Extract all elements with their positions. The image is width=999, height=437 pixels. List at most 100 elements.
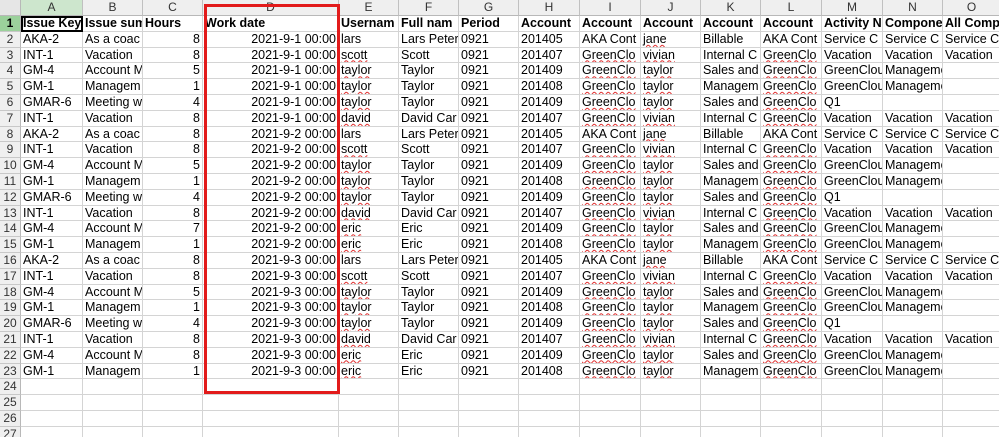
table-cell[interactable]: Management — [883, 237, 943, 253]
table-cell[interactable]: Internal C — [701, 110, 761, 127]
table-cell[interactable]: Lars Peter — [399, 252, 459, 269]
table-cell[interactable] — [339, 379, 399, 396]
table-cell[interactable] — [943, 158, 999, 174]
table-cell[interactable]: GreenClo — [580, 94, 641, 111]
table-cell[interactable]: Scott — [399, 47, 459, 64]
row-header[interactable]: 24 — [0, 379, 21, 396]
column-header-h[interactable]: H — [519, 0, 580, 16]
column-header-j[interactable]: J — [641, 0, 701, 16]
table-cell[interactable]: 201408 — [519, 300, 580, 317]
table-cell[interactable]: David Car — [399, 331, 459, 348]
table-cell[interactable]: Vacation — [883, 331, 943, 348]
table-cell[interactable]: GreenClo — [761, 94, 822, 111]
table-cell[interactable]: Vacation — [83, 268, 143, 285]
table-cell[interactable]: Account M — [83, 63, 143, 80]
table-cell[interactable] — [943, 379, 999, 396]
table-cell[interactable]: GM-1 — [21, 363, 83, 380]
table-cell[interactable]: eric — [339, 363, 399, 380]
column-header-c[interactable]: C — [143, 0, 203, 16]
table-cell[interactable] — [943, 411, 999, 427]
table-cell[interactable]: GreenClo — [761, 300, 822, 317]
table-cell[interactable] — [943, 63, 999, 80]
table-cell[interactable]: 0921 — [459, 316, 519, 332]
table-cell[interactable]: 0921 — [459, 205, 519, 222]
table-cell[interactable]: 2021-9-3 00:00 — [203, 363, 339, 380]
table-cell[interactable]: GreenClo — [761, 284, 822, 301]
table-cell[interactable]: 5 — [143, 158, 203, 174]
column-header-g[interactable]: G — [459, 0, 519, 16]
header-cell[interactable]: Compone — [883, 16, 943, 32]
table-cell[interactable]: 2021-9-3 00:00 — [203, 316, 339, 332]
table-cell[interactable] — [580, 410, 641, 427]
header-cell[interactable]: Usernam — [339, 16, 399, 32]
table-cell[interactable]: 201407 — [519, 47, 580, 64]
table-cell[interactable]: taylor — [641, 221, 701, 238]
table-cell[interactable]: GreenClo — [761, 158, 822, 174]
table-cell[interactable]: Service C — [943, 32, 999, 48]
table-cell[interactable]: 2021-9-1 00:00 — [203, 110, 339, 127]
table-cell[interactable] — [883, 395, 943, 411]
select-all-corner[interactable] — [0, 0, 21, 16]
table-cell[interactable]: 4 — [143, 316, 203, 332]
table-cell[interactable] — [822, 379, 883, 396]
table-cell[interactable]: lars — [339, 126, 399, 143]
table-cell[interactable]: 0921 — [459, 94, 519, 111]
table-cell[interactable]: 1 — [143, 173, 203, 190]
table-cell[interactable]: GreenClo — [580, 158, 641, 174]
table-cell[interactable]: 2021-9-3 00:00 — [203, 331, 339, 348]
table-cell[interactable]: Billable — [701, 31, 761, 48]
table-cell[interactable] — [641, 410, 701, 427]
table-cell[interactable]: GreenCloud — [822, 347, 883, 364]
table-cell[interactable] — [519, 426, 580, 437]
table-cell[interactable]: GMAR-6 — [21, 189, 83, 206]
table-cell[interactable]: Meeting w — [83, 316, 143, 332]
table-cell[interactable]: Managem — [83, 79, 143, 95]
table-cell[interactable]: scott — [339, 268, 399, 285]
row-header[interactable]: 27 — [0, 426, 21, 437]
table-cell[interactable]: AKA Cont — [761, 126, 822, 143]
row-header[interactable]: 3 — [0, 47, 21, 64]
table-cell[interactable]: taylor — [339, 158, 399, 174]
table-cell[interactable]: GreenClo — [761, 205, 822, 222]
table-cell[interactable]: 0921 — [459, 363, 519, 380]
table-cell[interactable]: AKA Cont — [761, 252, 822, 269]
table-cell[interactable]: 2021-9-3 00:00 — [203, 347, 339, 364]
table-cell[interactable] — [701, 395, 761, 411]
column-header-k[interactable]: K — [701, 0, 761, 16]
row-header[interactable]: 15 — [0, 237, 21, 253]
table-cell[interactable]: Account M — [83, 221, 143, 238]
table-cell[interactable] — [641, 395, 701, 411]
table-cell[interactable]: taylor — [339, 173, 399, 190]
table-cell[interactable]: Taylor — [399, 79, 459, 95]
table-cell[interactable]: taylor — [339, 189, 399, 206]
table-cell[interactable]: GreenClo — [580, 268, 641, 285]
table-cell[interactable]: Vacation — [883, 110, 943, 127]
row-header[interactable]: 6 — [0, 94, 21, 111]
table-cell[interactable] — [203, 395, 339, 411]
table-cell[interactable]: Management — [883, 79, 943, 95]
table-cell[interactable]: GreenCloud — [822, 79, 883, 95]
table-cell[interactable]: Q1 — [822, 316, 883, 332]
table-cell[interactable]: Service C — [943, 127, 999, 143]
table-cell[interactable] — [399, 410, 459, 427]
row-header[interactable]: 10 — [0, 158, 21, 174]
table-cell[interactable] — [761, 426, 822, 437]
table-cell[interactable]: INT-1 — [21, 110, 83, 127]
table-cell[interactable]: GM-4 — [21, 158, 83, 174]
table-cell[interactable]: 201408 — [519, 79, 580, 95]
table-cell[interactable]: taylor — [641, 284, 701, 301]
table-cell[interactable]: GreenClo — [580, 205, 641, 222]
table-cell[interactable]: vivian — [641, 331, 701, 348]
header-cell[interactable]: Full nam — [399, 16, 459, 32]
table-cell[interactable] — [943, 395, 999, 411]
table-cell[interactable]: Vacation — [822, 268, 883, 285]
table-cell[interactable]: Account M — [83, 347, 143, 364]
header-cell[interactable]: Issue Key — [21, 16, 83, 32]
table-cell[interactable]: GreenClo — [761, 173, 822, 190]
table-cell[interactable]: GreenClo — [761, 347, 822, 364]
column-header-a[interactable]: A — [21, 0, 83, 16]
table-cell[interactable]: 201409 — [519, 158, 580, 174]
table-cell[interactable]: 8 — [143, 142, 203, 159]
table-cell[interactable] — [822, 426, 883, 437]
table-cell[interactable]: david — [339, 331, 399, 348]
